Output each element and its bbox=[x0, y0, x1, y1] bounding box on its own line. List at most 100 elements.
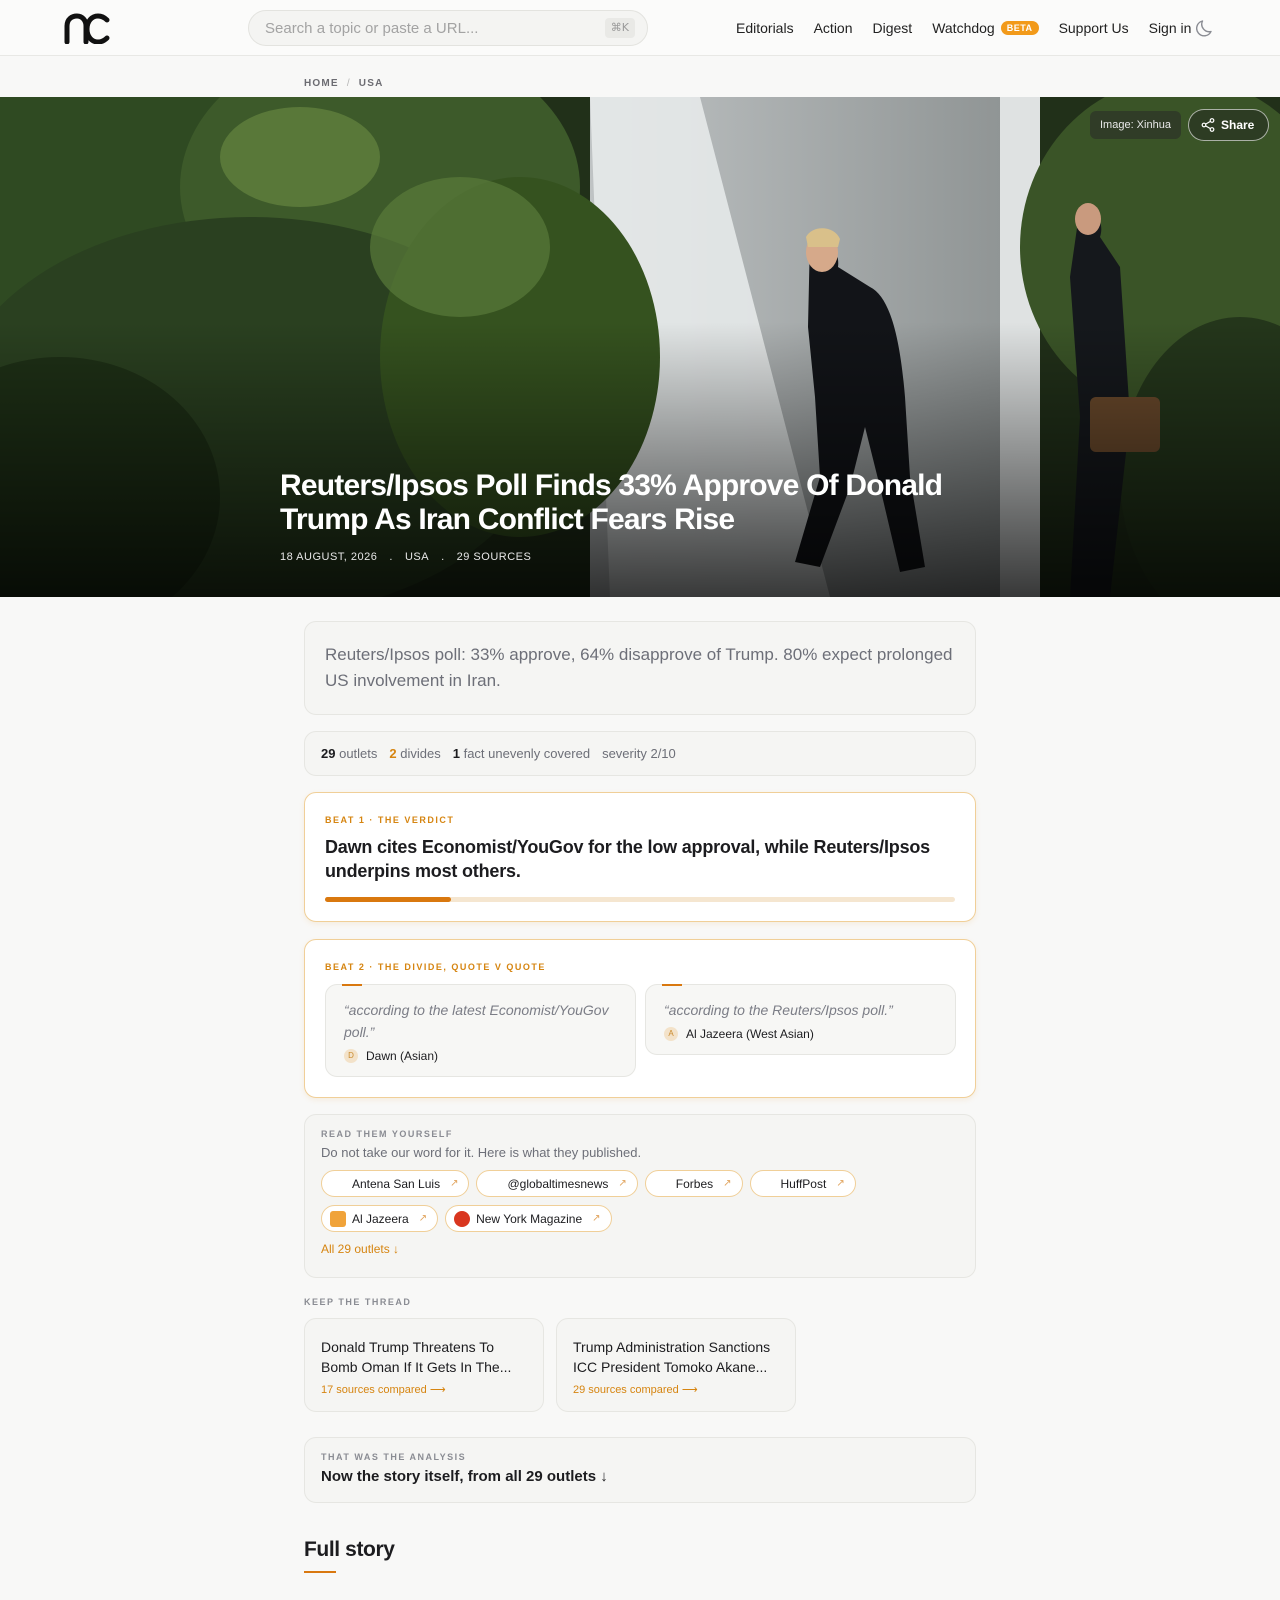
outlets-count: 29 bbox=[321, 746, 336, 761]
al-jazeera-logo-icon bbox=[330, 1210, 346, 1227]
external-link-icon: ↗ bbox=[618, 1178, 627, 1189]
source-avatar: D bbox=[344, 1049, 358, 1063]
outlet-name: New York Magazine bbox=[476, 1211, 583, 1226]
beat-verdict-card: BEAT 1 · THE VERDICT Dawn cites Economis… bbox=[304, 792, 976, 922]
quote-text: “according to the Reuters/Ipsos poll.” bbox=[664, 1002, 893, 1018]
article-date: 18 AUGUST, 2026 bbox=[280, 551, 378, 563]
beta-badge: BETA bbox=[1000, 21, 1039, 35]
external-link-icon: ↗ bbox=[418, 1213, 428, 1224]
breadcrumb-usa[interactable]: USA bbox=[359, 78, 384, 89]
meta-separator: . bbox=[389, 551, 393, 563]
outlet-name: Antena San Luis bbox=[352, 1176, 441, 1191]
verdict-progress-fill bbox=[325, 897, 451, 902]
nav-editorials[interactable]: Editorials bbox=[736, 20, 794, 36]
external-link-icon: ↗ bbox=[592, 1213, 601, 1224]
beat-divide-card: BEAT 2 · THE DIVIDE, QUOTE V QUOTE “acco… bbox=[304, 939, 976, 1098]
related-story-title: Trump Administration Sanctions ICC Presi… bbox=[573, 1339, 771, 1375]
breadcrumb-home[interactable]: HOME bbox=[304, 78, 339, 89]
facts-label: fact unevenly covered bbox=[463, 746, 591, 761]
quote-card: “according to the Reuters/Ipsos poll.” A… bbox=[645, 984, 956, 1055]
analysis-transition[interactable]: THAT WAS THE ANALYSIS Now the story itse… bbox=[304, 1437, 976, 1503]
top-navigation-bar: ⌘K Editorials Action Digest Watchdog BET… bbox=[0, 0, 1280, 56]
outlets-stat: 29 outlets bbox=[321, 746, 377, 761]
nav-watchdog-label: Watchdog bbox=[932, 20, 995, 36]
quote-text: “according to the latest Economist/YouGo… bbox=[344, 1002, 609, 1040]
verdict-progress-bar bbox=[325, 897, 955, 902]
full-story-heading: Full story bbox=[304, 1538, 395, 1561]
outlet-name: HuffPost bbox=[780, 1176, 827, 1191]
read-them-yourself: READ THEM YOURSELF Do not take our word … bbox=[304, 1114, 976, 1278]
article-region: USA bbox=[404, 551, 430, 563]
quote-source[interactable]: D Dawn (Asian) bbox=[344, 1049, 617, 1063]
facts-count: 1 bbox=[452, 746, 460, 761]
image-credit: Image: Xinhua bbox=[1090, 111, 1181, 139]
external-link-icon: ↗ bbox=[836, 1178, 845, 1189]
hero-banner: Image: Xinhua Share Reuters/Ipsos Poll F… bbox=[0, 97, 1280, 597]
related-story-title: Donald Trump Threatens To Bomb Oman If I… bbox=[321, 1339, 512, 1375]
nav-action[interactable]: Action bbox=[814, 20, 853, 36]
keyboard-shortcut-hint: ⌘K bbox=[604, 18, 635, 38]
related-story-sources: 17 sources compared ⟶ bbox=[321, 1384, 446, 1396]
facts-stat: 1 fact unevenly covered bbox=[453, 746, 590, 761]
outlets-label: outlets bbox=[339, 746, 378, 761]
outlet-name: Forbes bbox=[675, 1176, 714, 1191]
story-summary: Reuters/Ipsos poll: 33% approve, 64% dis… bbox=[304, 621, 976, 715]
breadcrumb: HOME / USA bbox=[304, 78, 384, 89]
external-link-icon: ↗ bbox=[723, 1178, 732, 1189]
outlet-chips: Antena San Luis ↗ @globaltimesnews ↗ Forbe… bbox=[321, 1170, 881, 1232]
nav-sign-in[interactable]: Sign in bbox=[1149, 20, 1192, 36]
article-meta: 18 AUGUST, 2026 . USA . 29 SOURCES bbox=[280, 551, 531, 563]
outlet-favicon bbox=[485, 1175, 502, 1192]
related-story-card[interactable]: Donald Trump Threatens To Bomb Oman If I… bbox=[304, 1318, 544, 1412]
section-label: READ THEM YOURSELF bbox=[321, 1129, 453, 1139]
beat-label: BEAT 2 · THE DIVIDE, QUOTE V QUOTE bbox=[325, 962, 546, 972]
outlet-chip-antena-san-luis[interactable]: Antena San Luis ↗ bbox=[321, 1170, 470, 1197]
nav-support-us[interactable]: Support Us bbox=[1059, 20, 1129, 36]
share-button[interactable]: Share bbox=[1188, 109, 1270, 141]
related-story-sources: 29 sources compared ⟶ bbox=[573, 1384, 698, 1396]
outlet-chip-globaltimesnews[interactable]: @globaltimesnews ↗ bbox=[476, 1170, 638, 1197]
outlet-chip-new-york-magazine[interactable]: New York Magazine ↗ bbox=[445, 1205, 612, 1232]
beat-label: BEAT 1 · THE VERDICT bbox=[325, 815, 455, 825]
nav-digest[interactable]: Digest bbox=[873, 20, 913, 36]
divides-stat: 2 divides bbox=[389, 746, 440, 761]
source-name: Al Jazeera (West Asian) bbox=[686, 1027, 814, 1041]
outlet-favicon bbox=[330, 1175, 346, 1192]
outlet-chip-huffpost[interactable]: HuffPost ↗ bbox=[749, 1170, 856, 1197]
logo-icon[interactable] bbox=[64, 12, 110, 44]
external-link-icon: ↗ bbox=[450, 1178, 459, 1189]
all-outlets-link[interactable]: All 29 outlets ↓ bbox=[321, 1242, 959, 1256]
share-icon bbox=[1201, 118, 1215, 132]
outlet-favicon bbox=[653, 1175, 670, 1192]
article-source-count: 29 SOURCES bbox=[456, 551, 532, 563]
outlet-chip-forbes[interactable]: Forbes ↗ bbox=[644, 1170, 743, 1197]
quote-source[interactable]: A Al Jazeera (West Asian) bbox=[664, 1027, 937, 1041]
moon-icon[interactable] bbox=[1196, 18, 1216, 38]
source-avatar: A bbox=[664, 1027, 678, 1041]
coverage-stats: 29 outlets 2 divides 1 fact unevenly cov… bbox=[304, 731, 976, 776]
severity-stat: severity 2/10 bbox=[602, 746, 676, 761]
article-title: Reuters/Ipsos Poll Finds 33% Approve Of … bbox=[280, 469, 943, 536]
new-york-magazine-logo-icon bbox=[454, 1210, 471, 1227]
source-name: Dawn (Asian) bbox=[366, 1049, 439, 1063]
nav-watchdog[interactable]: Watchdog BETA bbox=[932, 20, 1039, 36]
divides-label: divides bbox=[400, 746, 441, 761]
main-nav: Editorials Action Digest Watchdog BETA S… bbox=[736, 0, 1191, 56]
outlet-favicon bbox=[758, 1175, 775, 1192]
keep-thread-label: KEEP THE THREAD bbox=[304, 1297, 412, 1307]
breadcrumb-separator: / bbox=[346, 78, 351, 89]
verdict-text: Dawn cites Economist/YouGov for the low … bbox=[325, 837, 930, 881]
section-label: THAT WAS THE ANALYSIS bbox=[321, 1452, 467, 1462]
outlet-chip-al-jazeera[interactable]: Al Jazeera ↗ bbox=[321, 1205, 439, 1232]
search-box[interactable]: ⌘K bbox=[248, 10, 648, 46]
heading-underline bbox=[304, 1571, 336, 1573]
story-link: Now the story itself, from all 29 outlet… bbox=[321, 1468, 608, 1485]
meta-separator: . bbox=[441, 551, 445, 563]
outlet-name: Al Jazeera bbox=[352, 1211, 409, 1226]
related-story-card[interactable]: Trump Administration Sanctions ICC Presi… bbox=[556, 1318, 796, 1412]
divides-count: 2 bbox=[389, 746, 397, 761]
section-subtitle: Do not take our word for it. Here is wha… bbox=[321, 1145, 642, 1160]
quote-card: “according to the latest Economist/YouGo… bbox=[325, 984, 636, 1077]
search-input[interactable] bbox=[265, 11, 595, 45]
share-label: Share bbox=[1221, 118, 1255, 132]
